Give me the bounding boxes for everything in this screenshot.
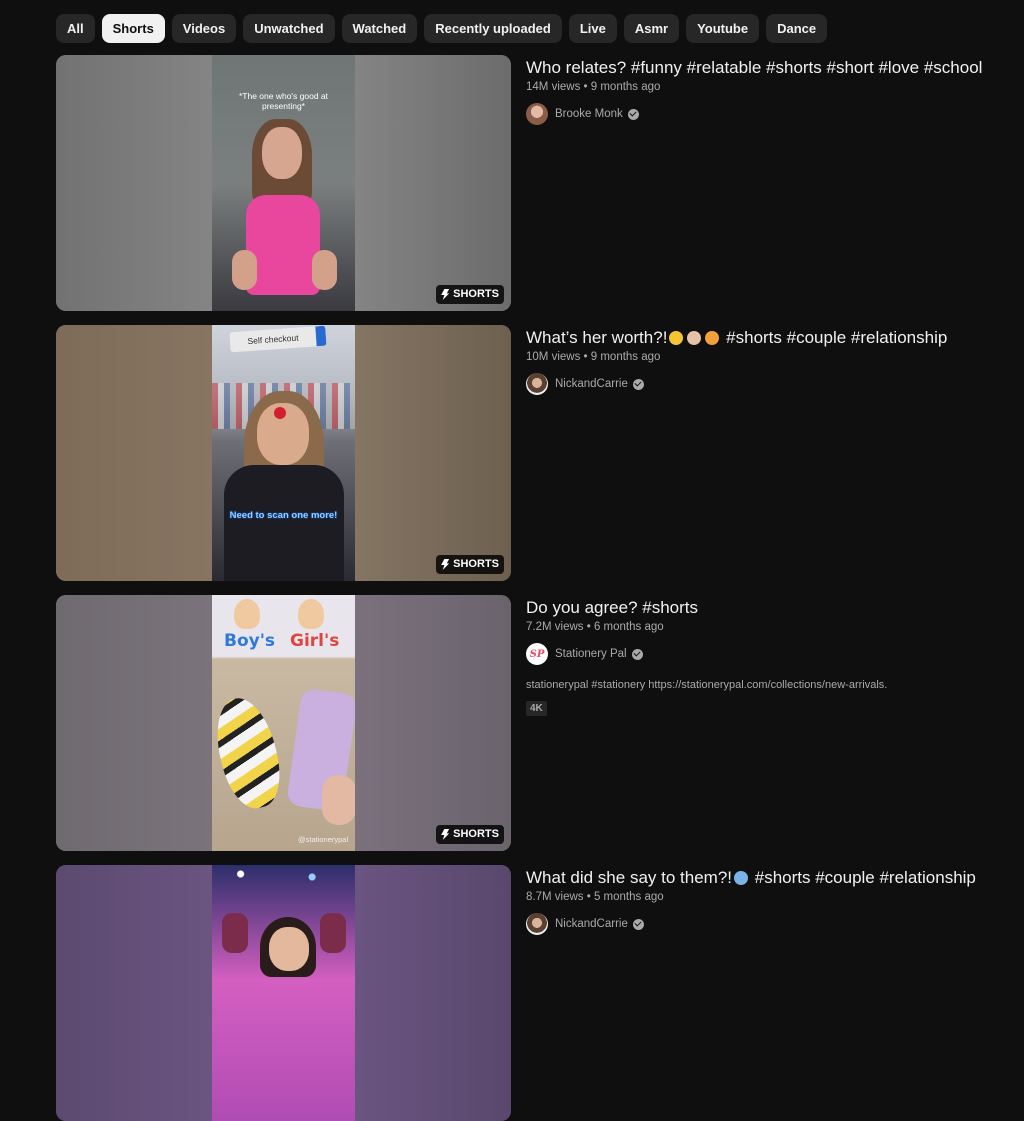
chip-dance[interactable]: Dance	[766, 14, 828, 43]
self-checkout-sign: Self checkout	[229, 325, 327, 353]
video-thumbnail[interactable]: Boy's Girl's @stationerypal SHORTS	[56, 595, 511, 851]
fish-pouch	[212, 691, 289, 815]
video-row: *The one who's good at presenting* SHORT…	[56, 55, 1024, 311]
verified-icon	[632, 378, 644, 390]
shorts-icon	[441, 829, 450, 840]
video-meta: 10M views • 9 months ago	[526, 351, 661, 363]
avatar[interactable]	[526, 913, 548, 935]
scared-face-emoji	[734, 871, 748, 885]
chip-live[interactable]: Live	[568, 14, 617, 43]
verified-icon	[631, 648, 643, 660]
shorts-badge: SHORTS	[436, 285, 504, 304]
chip-all[interactable]: All	[56, 14, 95, 43]
channel-link[interactable]: NickandCarrie	[526, 913, 1024, 935]
video-info: What’s her worth?! #shorts #couple #rela…	[526, 325, 1024, 395]
chip-recently-uploaded[interactable]: Recently uploaded	[424, 14, 562, 43]
avatar[interactable]	[526, 103, 548, 125]
video-meta: 7.2M views • 6 months ago	[526, 621, 664, 633]
shorts-icon	[441, 559, 450, 570]
shorts-badge: SHORTS	[436, 825, 504, 844]
video-row: Self checkout Need to scan one more! SHO…	[56, 325, 1024, 581]
video-meta: 14M views • 9 months ago	[526, 81, 661, 93]
channel-link[interactable]: SP Stationery Pal	[526, 643, 1024, 665]
video-title[interactable]: Who relates? #funny #relatable #shorts #…	[526, 56, 1024, 80]
person-emoji	[687, 331, 702, 345]
video-title[interactable]: Do you agree? #shorts	[526, 596, 1024, 620]
video-info: Do you agree? #shorts 7.2M views • 6 mon…	[526, 595, 1024, 716]
video-thumbnail[interactable]	[56, 865, 511, 1121]
avatar[interactable]	[526, 373, 548, 395]
boy-label: Boy's	[224, 631, 276, 651]
video-thumbnail[interactable]: *The one who's good at presenting* SHORT…	[56, 55, 511, 311]
face	[269, 927, 309, 971]
channel-name[interactable]: NickandCarrie	[555, 378, 628, 390]
shorts-badge: SHORTS	[436, 555, 504, 574]
verified-icon	[632, 918, 644, 930]
video-description: stationerypal #stationery https://statio…	[526, 679, 888, 691]
chip-shorts[interactable]: Shorts	[101, 14, 165, 43]
pink-top	[246, 195, 320, 295]
chip-watched[interactable]: Watched	[341, 14, 418, 43]
channel-link[interactable]: Brooke Monk	[526, 103, 1024, 125]
video-row: Boy's Girl's @stationerypal SHORTS Do yo…	[56, 595, 1024, 851]
video-title[interactable]: What did she say to them?! #shorts #coup…	[526, 866, 1024, 890]
video-row: What did she say to them?! #shorts #coup…	[56, 865, 1024, 1121]
avatar[interactable]: SP	[526, 643, 548, 665]
laughing-emoji	[705, 331, 720, 345]
video-info: Who relates? #funny #relatable #shorts #…	[526, 55, 1024, 125]
black-hoodie	[224, 465, 344, 581]
thumbnail-caption: Need to scan one more!	[229, 510, 338, 521]
thumbnail-overlay-text: *The one who's good at presenting*	[238, 91, 329, 111]
chip-youtube[interactable]: Youtube	[686, 14, 760, 43]
channel-link[interactable]: NickandCarrie	[526, 373, 1024, 395]
channel-name[interactable]: NickandCarrie	[555, 918, 628, 930]
channel-name[interactable]: Brooke Monk	[555, 108, 623, 120]
video-info: What did she say to them?! #shorts #coup…	[526, 865, 1024, 935]
chip-unwatched[interactable]: Unwatched	[243, 14, 335, 43]
chip-videos[interactable]: Videos	[171, 14, 237, 43]
channel-name[interactable]: Stationery Pal	[555, 648, 627, 660]
chip-asmr[interactable]: Asmr	[623, 14, 680, 43]
verified-icon	[627, 108, 639, 120]
video-thumbnail[interactable]: Self checkout Need to scan one more! SHO…	[56, 325, 511, 581]
video-title[interactable]: What’s her worth?! #shorts #couple #rela…	[526, 326, 1024, 350]
girl-label: Girl's	[290, 631, 340, 651]
money-face-emoji	[669, 331, 684, 345]
watermark-text: @stationerypal	[298, 835, 349, 844]
quality-badge: 4K	[526, 701, 547, 716]
video-meta: 8.7M views • 5 months ago	[526, 891, 664, 903]
shorts-icon	[441, 289, 450, 300]
filter-chip-bar: All Shorts Videos Unwatched Watched Rece…	[56, 14, 828, 43]
